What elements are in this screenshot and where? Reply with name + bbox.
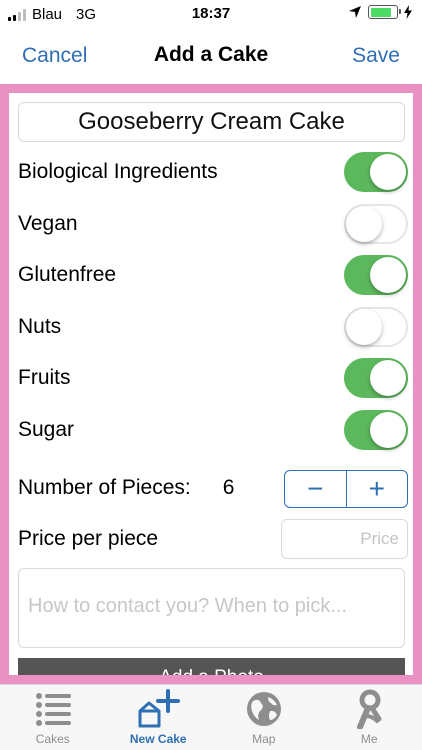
increment-button[interactable]: + (345, 471, 408, 507)
tab-me[interactable]: Me (317, 685, 422, 750)
price-input[interactable] (281, 519, 408, 559)
tab-label: Map (252, 732, 276, 746)
nuts-switch[interactable] (344, 307, 408, 347)
price-label: Price per piece (18, 527, 159, 550)
tab-cakes[interactable]: Cakes (0, 685, 106, 750)
pieces-value: 6 (222, 476, 235, 499)
battery-icon (368, 5, 401, 19)
toggle-label: Glutenfree (18, 263, 117, 286)
pieces-stepper: − + (284, 470, 408, 508)
sugar-switch[interactable] (344, 410, 408, 450)
switch-knob (370, 412, 406, 448)
add-photo-button[interactable]: Add a Photo (18, 658, 405, 675)
tab-map[interactable]: Map (211, 685, 317, 750)
list-icon (35, 693, 71, 726)
toggle-row-biological: Biological Ingredients (18, 150, 408, 194)
toggle-label: Fruits (18, 366, 71, 389)
location-arrow-icon (349, 6, 361, 18)
tab-label: Cakes (35, 732, 70, 746)
person-icon (357, 689, 382, 729)
toggle-label: Vegan (18, 212, 78, 235)
add-cake-icon (138, 689, 181, 728)
globe-icon (246, 692, 281, 726)
cake-name-field[interactable]: Gooseberry Cream Cake (18, 102, 405, 142)
cake-form: Gooseberry Cream Cake Biological Ingredi… (0, 84, 422, 684)
toggle-row-vegan: Vegan (18, 202, 408, 246)
pieces-row: Number of Pieces: 6 − + (18, 468, 408, 508)
toggle-row-fruits: Fruits (18, 356, 408, 400)
pieces-label: Number of Pieces: (18, 476, 191, 499)
status-right (348, 5, 412, 19)
decrement-button[interactable]: − (285, 471, 346, 507)
contact-textarea[interactable] (18, 568, 405, 648)
switch-knob (346, 206, 382, 242)
tab-label: New Cake (129, 732, 187, 746)
toggle-label: Nuts (18, 315, 62, 338)
price-row: Price per piece (18, 519, 408, 559)
tab-label: Me (360, 732, 378, 746)
biological-ingredients-switch[interactable] (344, 152, 408, 192)
fruits-switch[interactable] (344, 358, 408, 398)
switch-knob (370, 154, 406, 190)
toggle-row-sugar: Sugar (18, 408, 408, 452)
vegan-switch[interactable] (344, 204, 408, 244)
switch-knob (370, 257, 406, 293)
switch-knob (370, 360, 406, 396)
switch-knob (346, 309, 382, 345)
status-bar: Blau 3G 18:37 (0, 0, 422, 28)
glutenfree-switch[interactable] (344, 255, 408, 295)
save-button[interactable]: Save (352, 44, 400, 68)
toggle-row-nuts: Nuts (18, 305, 408, 349)
tab-new-cake[interactable]: New Cake (106, 685, 212, 750)
tab-bar: Cakes New Cake Map Me (0, 684, 422, 750)
toggle-label: Biological Ingredients (18, 160, 218, 183)
charging-bolt-icon (404, 5, 412, 19)
toggle-label: Sugar (18, 418, 75, 441)
toggle-row-glutenfree: Glutenfree (18, 253, 408, 297)
navigation-bar: Cancel Add a Cake Save (0, 28, 422, 84)
